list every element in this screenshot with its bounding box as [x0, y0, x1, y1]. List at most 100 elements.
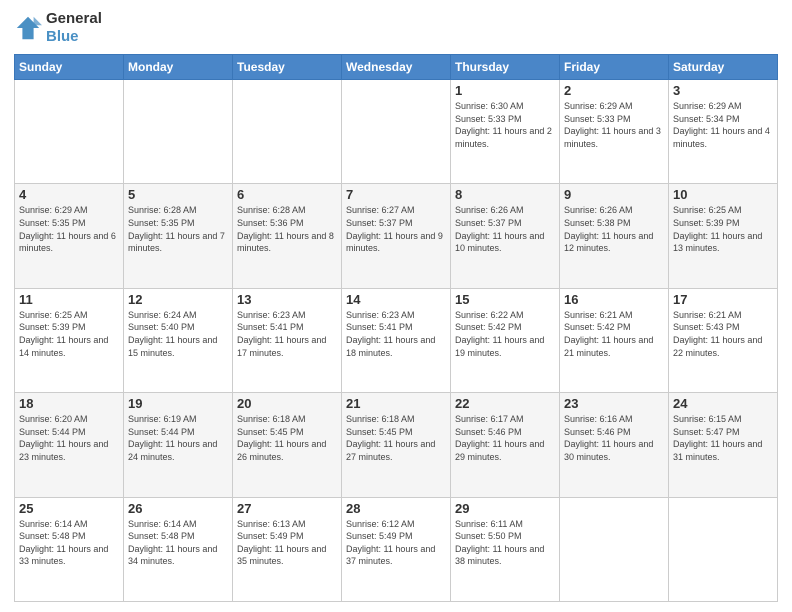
day-info: Sunrise: 6:13 AM Sunset: 5:49 PM Dayligh… [237, 518, 337, 568]
calendar-cell: 11 Sunrise: 6:25 AM Sunset: 5:39 PM Dayli… [15, 288, 124, 392]
calendar-cell: 29 Sunrise: 6:11 AM Sunset: 5:50 PM Dayli… [451, 497, 560, 601]
day-info: Sunrise: 6:28 AM Sunset: 5:35 PM Dayligh… [128, 204, 228, 254]
day-info: Sunrise: 6:22 AM Sunset: 5:42 PM Dayligh… [455, 309, 555, 359]
day-info: Sunrise: 6:15 AM Sunset: 5:47 PM Dayligh… [673, 413, 773, 463]
day-info: Sunrise: 6:23 AM Sunset: 5:41 PM Dayligh… [237, 309, 337, 359]
logo-text: General Blue [46, 10, 102, 46]
logo-icon [14, 14, 42, 42]
calendar-cell: 22Sunrise: 6:17 AM Sunset: 5:46 PM Dayli… [451, 393, 560, 497]
calendar-cell: 21 Sunrise: 6:18 AM Sunset: 5:45 PM Dayli… [342, 393, 451, 497]
calendar-cell [15, 80, 124, 184]
day-info: Sunrise: 6:29 AM Sunset: 5:33 PM Dayligh… [564, 100, 664, 150]
day-info: Sunrise: 6:30 AM Sunset: 5:33 PM Dayligh… [455, 100, 555, 150]
calendar-week-row: 4 Sunrise: 6:29 AM Sunset: 5:35 PM Daylig… [15, 184, 778, 288]
calendar-week-row: 1 Sunrise: 6:30 AM Sunset: 5:33 PM Daylig… [15, 80, 778, 184]
day-info: Sunrise: 6:19 AM Sunset: 5:44 PM Dayligh… [128, 413, 228, 463]
day-number: 13 [237, 292, 337, 307]
calendar-cell: 12Sunrise: 6:24 AM Sunset: 5:40 PM Dayli… [124, 288, 233, 392]
day-info: Sunrise: 6:21 AM Sunset: 5:43 PM Dayligh… [673, 309, 773, 359]
calendar-header-wednesday: Wednesday [342, 55, 451, 80]
day-number: 16 [564, 292, 664, 307]
day-info: Sunrise: 6:25 AM Sunset: 5:39 PM Dayligh… [19, 309, 119, 359]
day-info: Sunrise: 6:29 AM Sunset: 5:34 PM Dayligh… [673, 100, 773, 150]
day-number: 6 [237, 187, 337, 202]
day-info: Sunrise: 6:12 AM Sunset: 5:49 PM Dayligh… [346, 518, 446, 568]
day-number: 18 [19, 396, 119, 411]
day-number: 17 [673, 292, 773, 307]
calendar-header-monday: Monday [124, 55, 233, 80]
calendar-cell: 16 Sunrise: 6:21 AM Sunset: 5:42 PM Dayli… [560, 288, 669, 392]
day-number: 29 [455, 501, 555, 516]
day-number: 23 [564, 396, 664, 411]
calendar-header-row: SundayMondayTuesdayWednesdayThursdayFrid… [15, 55, 778, 80]
day-number: 24 [673, 396, 773, 411]
day-info: Sunrise: 6:28 AM Sunset: 5:36 PM Dayligh… [237, 204, 337, 254]
calendar-cell: 17 Sunrise: 6:21 AM Sunset: 5:43 PM Dayli… [669, 288, 778, 392]
calendar-table: SundayMondayTuesdayWednesdayThursdayFrid… [14, 54, 778, 602]
day-info: Sunrise: 6:18 AM Sunset: 5:45 PM Dayligh… [346, 413, 446, 463]
calendar-cell: 13 Sunrise: 6:23 AM Sunset: 5:41 PM Dayli… [233, 288, 342, 392]
calendar-header-sunday: Sunday [15, 55, 124, 80]
calendar-cell: 14 Sunrise: 6:23 AM Sunset: 5:41 PM Dayli… [342, 288, 451, 392]
day-info: Sunrise: 6:21 AM Sunset: 5:42 PM Dayligh… [564, 309, 664, 359]
day-number: 21 [346, 396, 446, 411]
day-number: 4 [19, 187, 119, 202]
calendar-cell: 23 Sunrise: 6:16 AM Sunset: 5:46 PM Dayli… [560, 393, 669, 497]
day-number: 1 [455, 83, 555, 98]
day-number: 11 [19, 292, 119, 307]
day-info: Sunrise: 6:14 AM Sunset: 5:48 PM Dayligh… [19, 518, 119, 568]
calendar-cell [342, 80, 451, 184]
calendar-cell: 28 Sunrise: 6:12 AM Sunset: 5:49 PM Dayli… [342, 497, 451, 601]
calendar-cell: 18 Sunrise: 6:20 AM Sunset: 5:44 PM Dayli… [15, 393, 124, 497]
day-number: 28 [346, 501, 446, 516]
day-info: Sunrise: 6:11 AM Sunset: 5:50 PM Dayligh… [455, 518, 555, 568]
logo: General Blue [14, 10, 102, 46]
calendar-cell: 2 Sunrise: 6:29 AM Sunset: 5:33 PM Daylig… [560, 80, 669, 184]
calendar-cell: 19 Sunrise: 6:19 AM Sunset: 5:44 PM Dayli… [124, 393, 233, 497]
calendar-cell: 9 Sunrise: 6:26 AM Sunset: 5:38 PM Daylig… [560, 184, 669, 288]
calendar-week-row: 18 Sunrise: 6:20 AM Sunset: 5:44 PM Dayli… [15, 393, 778, 497]
calendar-cell: 6 Sunrise: 6:28 AM Sunset: 5:36 PM Daylig… [233, 184, 342, 288]
calendar-cell: 27 Sunrise: 6:13 AM Sunset: 5:49 PM Dayli… [233, 497, 342, 601]
calendar-header-thursday: Thursday [451, 55, 560, 80]
day-number: 7 [346, 187, 446, 202]
header: General Blue [14, 10, 778, 46]
calendar-cell [669, 497, 778, 601]
day-number: 9 [564, 187, 664, 202]
day-info: Sunrise: 6:27 AM Sunset: 5:37 PM Dayligh… [346, 204, 446, 254]
day-info: Sunrise: 6:18 AM Sunset: 5:45 PM Dayligh… [237, 413, 337, 463]
day-info: Sunrise: 6:20 AM Sunset: 5:44 PM Dayligh… [19, 413, 119, 463]
day-number: 2 [564, 83, 664, 98]
calendar-cell: 1 Sunrise: 6:30 AM Sunset: 5:33 PM Daylig… [451, 80, 560, 184]
day-number: 14 [346, 292, 446, 307]
calendar-week-row: 11 Sunrise: 6:25 AM Sunset: 5:39 PM Dayli… [15, 288, 778, 392]
calendar-cell: 26Sunrise: 6:14 AM Sunset: 5:48 PM Dayli… [124, 497, 233, 601]
day-info: Sunrise: 6:23 AM Sunset: 5:41 PM Dayligh… [346, 309, 446, 359]
day-number: 5 [128, 187, 228, 202]
page: General Blue SundayMondayTuesdayWednesda… [0, 0, 792, 612]
calendar-cell: 7 Sunrise: 6:27 AM Sunset: 5:37 PM Daylig… [342, 184, 451, 288]
day-info: Sunrise: 6:29 AM Sunset: 5:35 PM Dayligh… [19, 204, 119, 254]
calendar-cell [560, 497, 669, 601]
day-info: Sunrise: 6:24 AM Sunset: 5:40 PM Dayligh… [128, 309, 228, 359]
day-number: 27 [237, 501, 337, 516]
calendar-cell [124, 80, 233, 184]
day-number: 19 [128, 396, 228, 411]
calendar-header-saturday: Saturday [669, 55, 778, 80]
calendar-cell: 5 Sunrise: 6:28 AM Sunset: 5:35 PM Daylig… [124, 184, 233, 288]
calendar-cell: 4 Sunrise: 6:29 AM Sunset: 5:35 PM Daylig… [15, 184, 124, 288]
calendar-cell: 20Sunrise: 6:18 AM Sunset: 5:45 PM Dayli… [233, 393, 342, 497]
day-number: 8 [455, 187, 555, 202]
day-number: 25 [19, 501, 119, 516]
day-number: 3 [673, 83, 773, 98]
day-info: Sunrise: 6:26 AM Sunset: 5:38 PM Dayligh… [564, 204, 664, 254]
day-info: Sunrise: 6:16 AM Sunset: 5:46 PM Dayligh… [564, 413, 664, 463]
calendar-cell [233, 80, 342, 184]
calendar-cell: 24 Sunrise: 6:15 AM Sunset: 5:47 PM Dayli… [669, 393, 778, 497]
day-number: 22 [455, 396, 555, 411]
day-number: 26 [128, 501, 228, 516]
calendar-week-row: 25 Sunrise: 6:14 AM Sunset: 5:48 PM Dayli… [15, 497, 778, 601]
calendar-cell: 8 Sunrise: 6:26 AM Sunset: 5:37 PM Daylig… [451, 184, 560, 288]
calendar-header-tuesday: Tuesday [233, 55, 342, 80]
day-info: Sunrise: 6:26 AM Sunset: 5:37 PM Dayligh… [455, 204, 555, 254]
